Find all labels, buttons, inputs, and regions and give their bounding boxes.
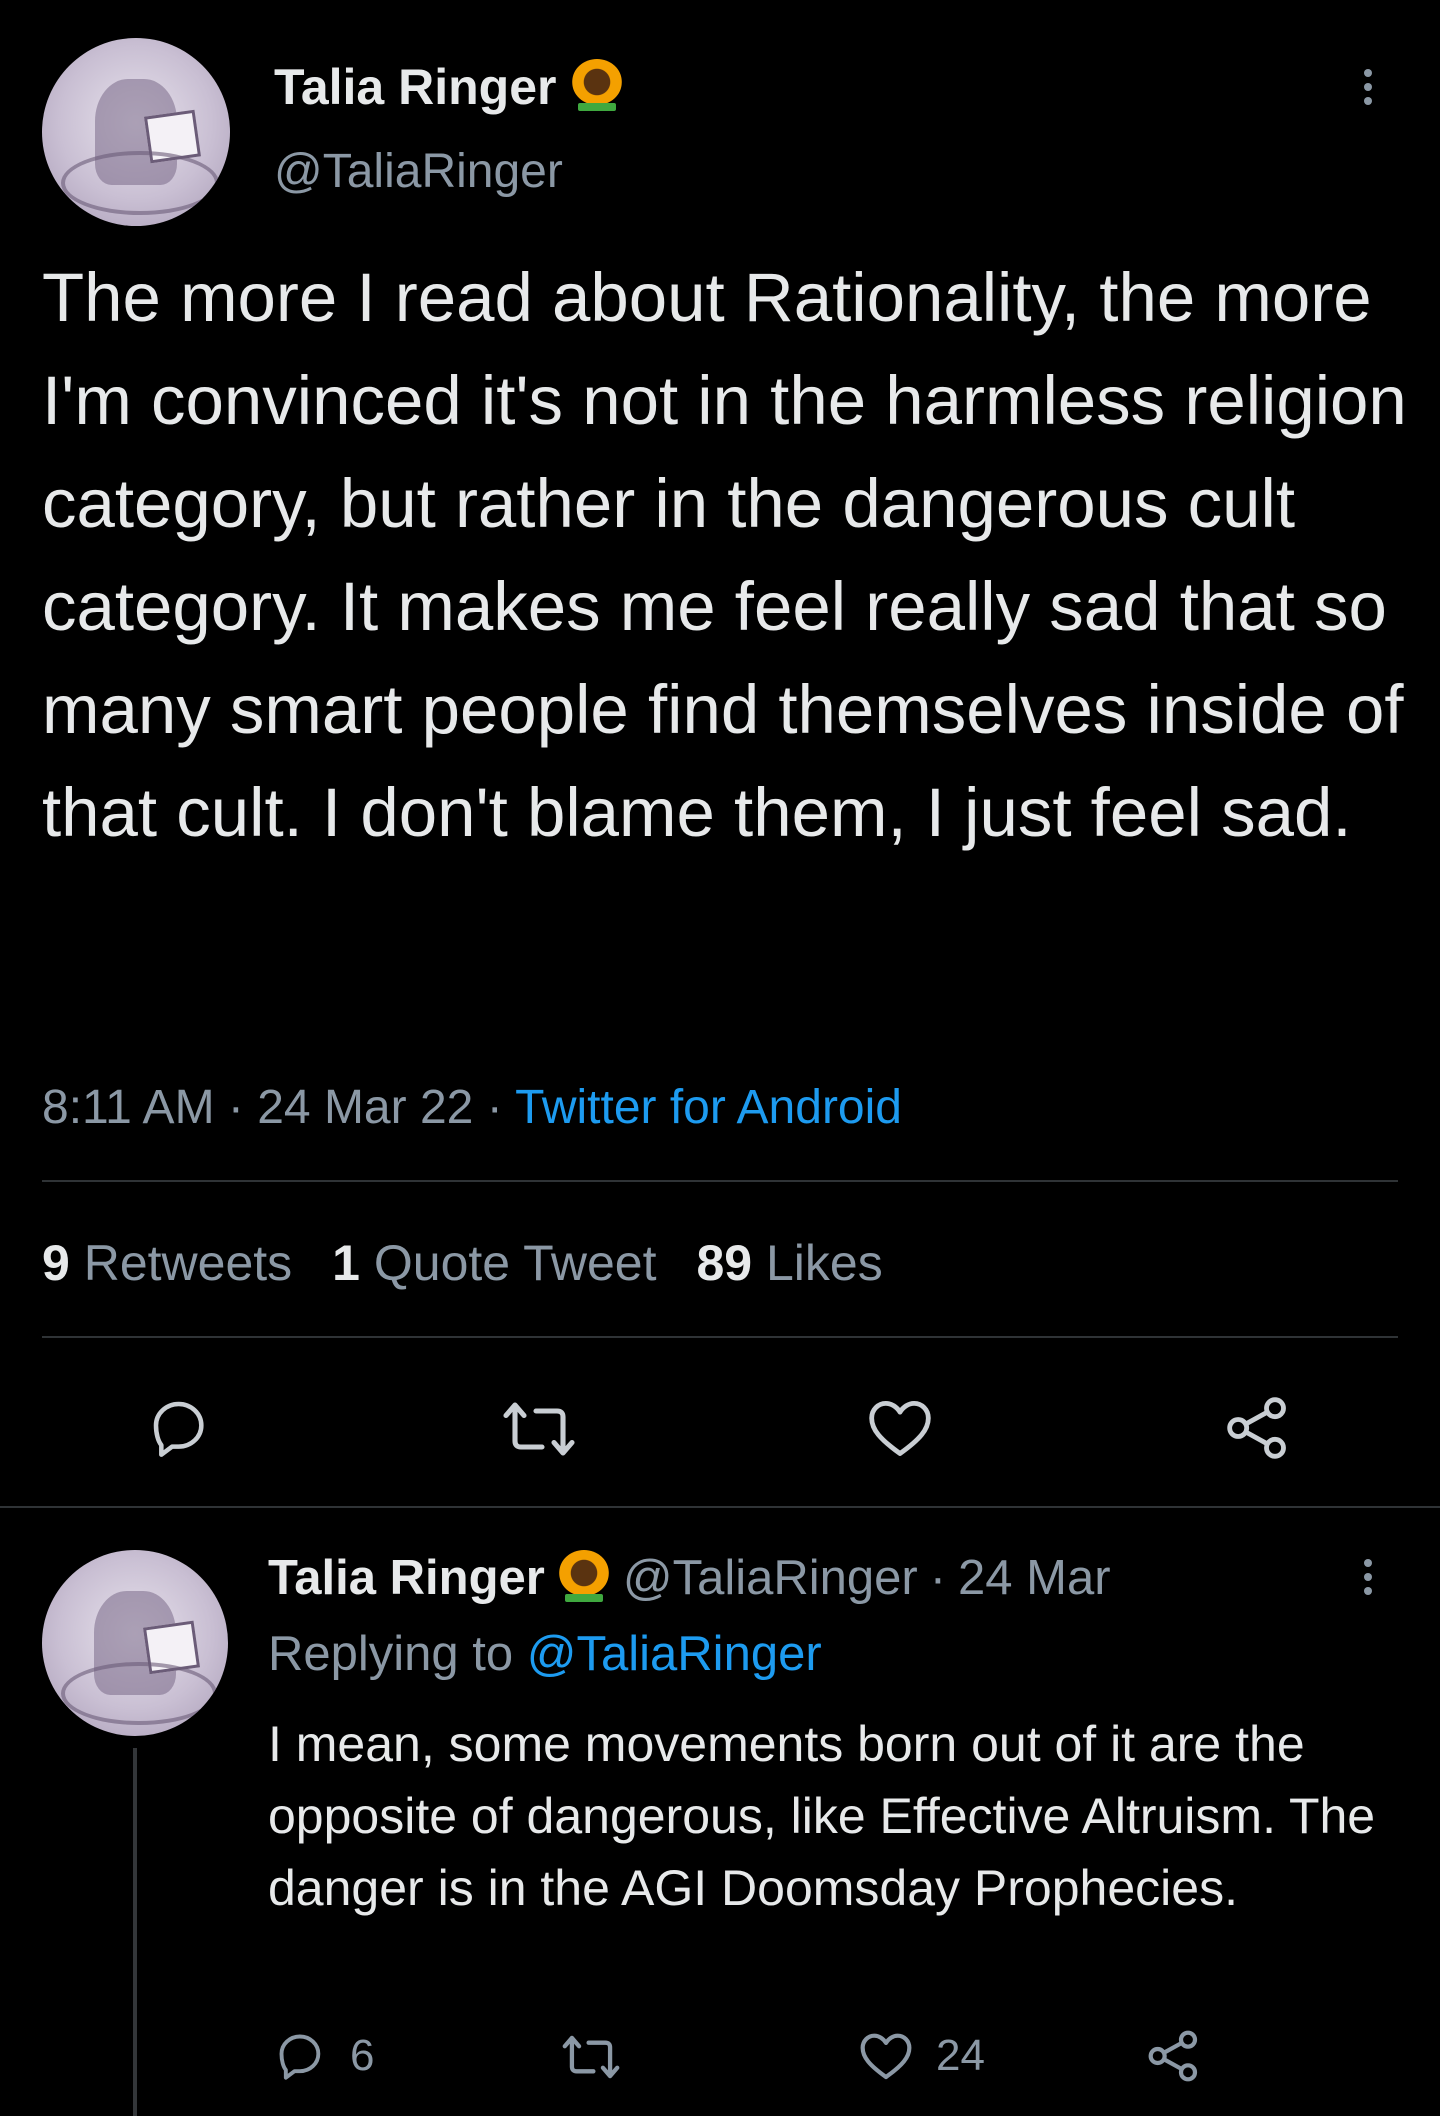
reply-icon[interactable] [274,2030,328,2082]
author-name[interactable]: Talia Ringer [268,1550,545,1606]
like-count: 24 [936,2031,985,2080]
sunflower-icon [557,1550,611,1606]
reply-icon[interactable] [146,1396,214,1460]
tweet-stats: 9 Retweets 1 Quote Tweet 89 Likes [42,1234,883,1292]
retweet-icon[interactable] [500,1398,578,1460]
replying-label: Replying to [268,1627,514,1681]
tweet-source[interactable]: Twitter for Android [515,1081,902,1134]
retweets-stat[interactable]: 9 Retweets [42,1234,292,1292]
tweet-text: I mean, some movements born out of it ar… [268,1716,1376,1916]
tweet-date[interactable]: 24 Mar [958,1550,1111,1606]
thread-line [133,1748,137,2116]
author-handle[interactable]: @TaliaRinger [274,144,563,199]
tweet-text: The more I read about Rationality, the m… [42,259,1407,851]
retweet-icon[interactable] [560,2032,622,2082]
author-name[interactable]: Talia Ringer [274,58,556,116]
separator: · [227,1081,244,1134]
reply-tweet: Talia Ringer @TaliaRinger · 24 Mar Reply… [0,1508,1440,2116]
like-icon[interactable] [866,1396,934,1460]
more-options-icon[interactable] [1364,66,1372,108]
reply-count: 6 [350,2031,375,2080]
like-action[interactable]: 24 [858,2030,985,2082]
reply-action[interactable]: 6 [274,2030,374,2082]
sunflower-icon [570,59,624,115]
separator: · [486,1081,503,1134]
divider [42,1336,1398,1338]
share-icon[interactable] [1224,1394,1292,1462]
quote-tweets-stat[interactable]: 1 Quote Tweet [332,1234,656,1292]
likes-stat[interactable]: 89 Likes [696,1234,882,1292]
avatar[interactable] [42,38,230,226]
share-icon[interactable] [1146,2028,1202,2084]
divider [42,1180,1398,1182]
replying-handle[interactable]: @TaliaRinger [527,1627,822,1681]
tweet-meta: 8:11 AM · 24 Mar 22 · Twitter for Androi… [42,1080,902,1135]
tweet-time[interactable]: 8:11 AM [42,1081,215,1134]
avatar[interactable] [42,1550,228,1736]
like-icon[interactable] [858,2030,914,2082]
author-handle[interactable]: @TaliaRinger [623,1550,918,1606]
separator: · [929,1551,947,1605]
more-options-icon[interactable] [1364,1556,1372,1598]
tweet-date[interactable]: 24 Mar 22 [257,1081,473,1134]
replying-to: Replying to @TaliaRinger [268,1626,822,1682]
